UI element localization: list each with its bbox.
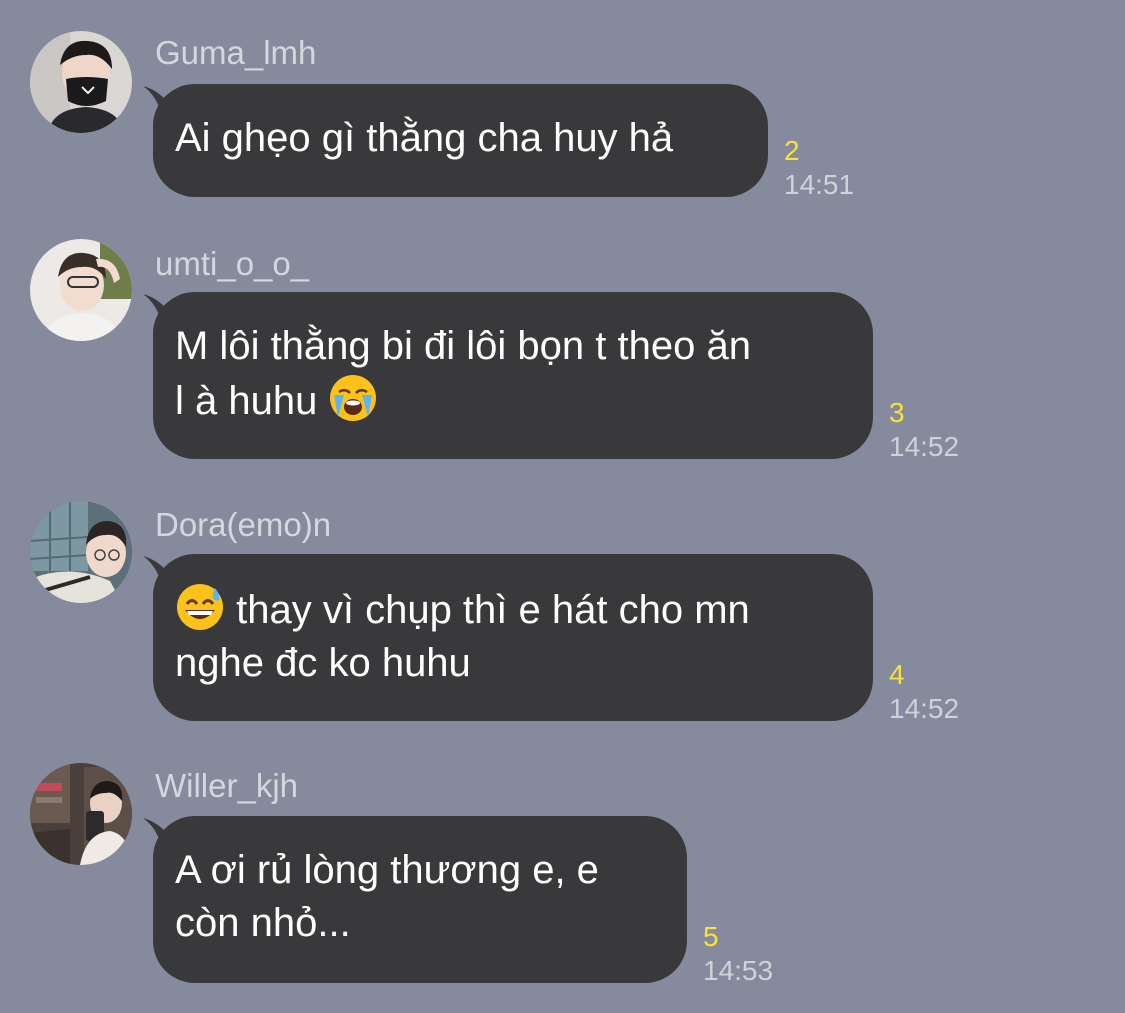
read-count: 2 bbox=[784, 135, 800, 166]
message-text: thay vì chụp thì e hát cho mn bbox=[236, 588, 750, 632]
timestamp: 14:51 bbox=[784, 169, 855, 200]
avatar[interactable] bbox=[30, 31, 132, 133]
avatar[interactable] bbox=[30, 239, 132, 341]
read-count: 5 bbox=[703, 921, 719, 952]
grinning-face-with-sweat-icon bbox=[177, 584, 223, 630]
message-text: nghe đc ko huhu bbox=[175, 641, 471, 685]
message-meta: 3 14:52 bbox=[889, 396, 959, 464]
message-meta: 4 14:52 bbox=[889, 658, 959, 726]
read-count: 3 bbox=[889, 397, 905, 428]
bubble-tail bbox=[143, 818, 173, 846]
message-text-line2: l à huhu bbox=[175, 373, 851, 428]
profile-photo bbox=[30, 31, 132, 133]
timestamp: 14:52 bbox=[889, 693, 960, 724]
timestamp: 14:53 bbox=[703, 955, 774, 986]
message-text: Ai ghẹo gì thằng cha huy hả bbox=[175, 116, 674, 160]
bubble-tail bbox=[143, 294, 173, 322]
bubble-tail bbox=[143, 556, 173, 584]
message-meta: 5 14:53 bbox=[703, 920, 773, 988]
sender-name: Guma_lmh bbox=[155, 34, 317, 71]
profile-photo bbox=[30, 763, 132, 865]
message-text: còn nhỏ... bbox=[175, 901, 351, 945]
chat-room: Guma_lmh Ai ghẹo gì thằng cha huy hả 2 1… bbox=[0, 0, 1125, 1013]
message-text: M lôi thằng bi đi lôi bọn t theo ăn bbox=[175, 324, 751, 368]
avatar[interactable] bbox=[30, 501, 132, 603]
read-count: 4 bbox=[889, 659, 905, 690]
sender-name: Willer_kjh bbox=[155, 767, 299, 804]
loudly-crying-face-icon bbox=[330, 375, 377, 421]
message-bubble[interactable]: A ơi rủ lòng thương e, e còn nhỏ... bbox=[143, 816, 687, 983]
message-meta: 2 14:51 bbox=[784, 134, 854, 202]
timestamp: 14:52 bbox=[889, 431, 960, 462]
message-text: l à huhu bbox=[175, 379, 318, 423]
sender-name: Dora(emo)n bbox=[155, 506, 332, 543]
profile-photo bbox=[30, 501, 132, 603]
sender-name: umti_o_o_ bbox=[155, 245, 310, 282]
message-bubble[interactable]: thay vì chụp thì e hát cho mn nghe đc ko… bbox=[143, 554, 873, 721]
message-bubble[interactable]: Ai ghẹo gì thằng cha huy hả bbox=[143, 84, 768, 197]
message-bubble[interactable]: M lôi thằng bi đi lôi bọn t theo ăn l à … bbox=[143, 292, 873, 459]
profile-photo bbox=[30, 239, 132, 341]
bubble-tail bbox=[143, 86, 173, 114]
message-text: A ơi rủ lòng thương e, e bbox=[175, 848, 599, 892]
avatar[interactable] bbox=[30, 763, 132, 865]
message-text-line1: thay vì chụp thì e hát cho mn bbox=[175, 582, 851, 637]
